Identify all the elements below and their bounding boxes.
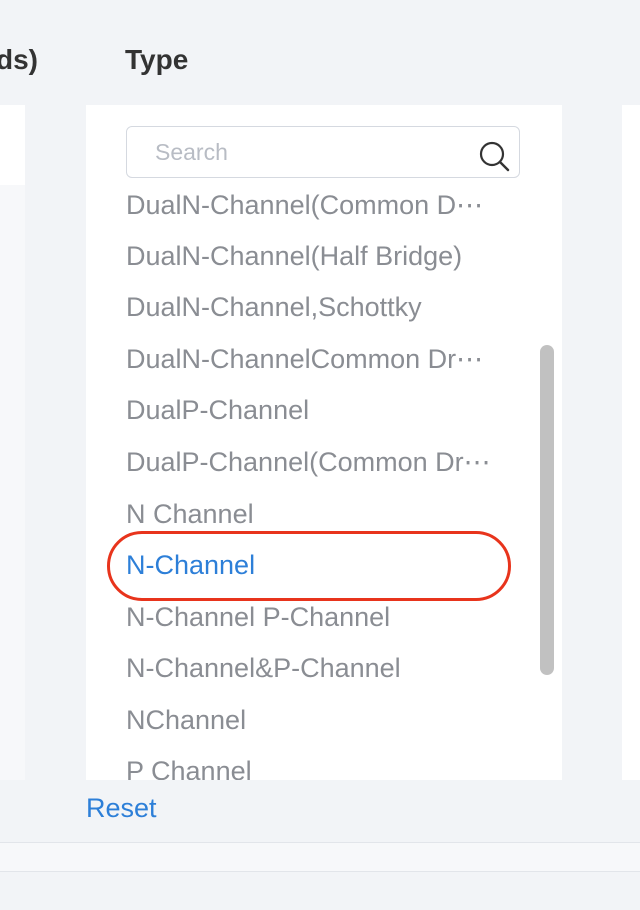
type-option[interactable]: DualP-Channel bbox=[126, 390, 530, 430]
type-option[interactable]: N-Channel&P-Channel bbox=[126, 648, 530, 688]
search-icon[interactable] bbox=[477, 139, 511, 173]
type-option[interactable]: DualN-Channel(Common D⋯ bbox=[126, 185, 530, 225]
search-box[interactable] bbox=[126, 126, 520, 178]
left-column-header: ds) bbox=[0, 44, 38, 75]
type-option[interactable]: N Channel bbox=[126, 494, 530, 534]
type-option[interactable]: DualN-ChannelCommon Dr⋯ bbox=[126, 339, 530, 379]
type-option[interactable]: P Channel bbox=[126, 751, 530, 780]
type-option[interactable]: DualN-Channel,Schottky bbox=[126, 287, 530, 327]
search-input[interactable] bbox=[155, 135, 455, 169]
left-filter-list bbox=[0, 185, 25, 780]
right-filter-panel bbox=[622, 105, 640, 780]
bottom-divider-bar bbox=[0, 842, 640, 872]
type-option[interactable]: NChannel bbox=[126, 700, 530, 740]
type-column-header: Type bbox=[125, 44, 189, 75]
reset-button[interactable]: Reset bbox=[86, 793, 157, 824]
type-filter-panel: DualN-Channel(Common D⋯ DualN-Channel(Ha… bbox=[86, 105, 562, 780]
left-filter-panel bbox=[0, 105, 25, 185]
type-option-selected[interactable]: N-Channel bbox=[126, 545, 530, 585]
list-scrollbar-thumb[interactable] bbox=[540, 345, 554, 675]
type-option[interactable]: N-Channel P-Channel bbox=[126, 597, 530, 637]
list-scrollbar-track[interactable] bbox=[534, 185, 562, 780]
type-option[interactable]: DualN-Channel(Half Bridge) bbox=[126, 236, 530, 276]
type-option-list[interactable]: DualN-Channel(Common D⋯ DualN-Channel(Ha… bbox=[86, 185, 535, 780]
filter-page: ds) Type DualN-Channel(Common D⋯ DualN-C… bbox=[0, 0, 640, 910]
type-option[interactable]: DualP-Channel(Common Dr⋯ bbox=[126, 442, 530, 482]
